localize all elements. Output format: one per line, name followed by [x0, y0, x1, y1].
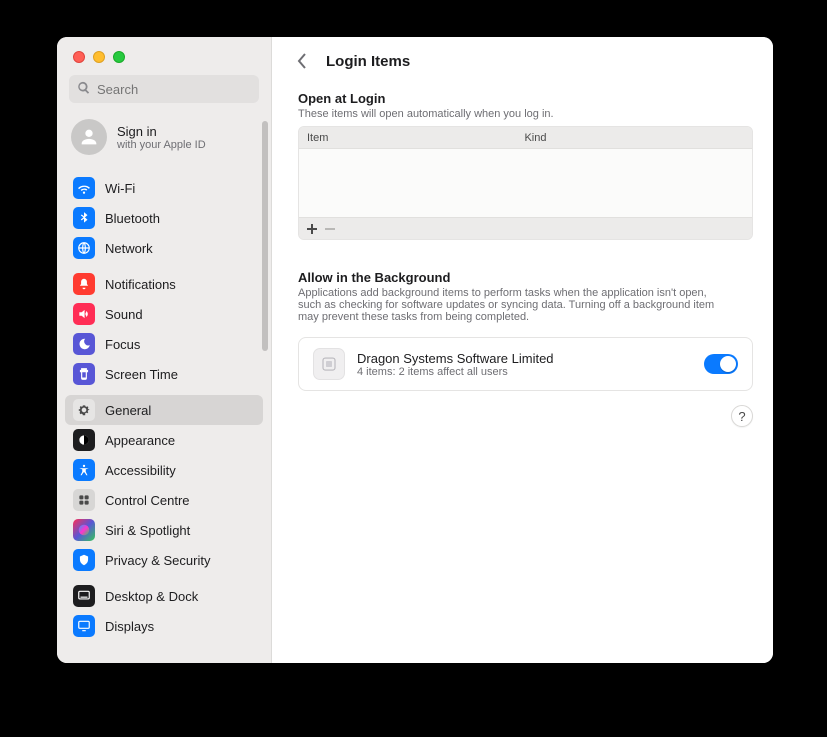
sidebar-item-general[interactable]: General	[65, 395, 263, 425]
account-title: Sign in	[117, 124, 206, 139]
main-panel: Login Items Open at Login These items wi…	[272, 37, 773, 663]
account-text: Sign in with your Apple ID	[117, 124, 206, 151]
bluetooth-icon	[73, 207, 95, 229]
sidebar-item-controlcentre[interactable]: Control Centre	[65, 485, 263, 515]
notifications-icon	[73, 273, 95, 295]
settings-window: Sign in with your Apple ID Wi-Fi Bluetoot…	[57, 37, 773, 663]
sidebar-item-label: Wi-Fi	[105, 181, 135, 196]
scrollbar-thumb[interactable]	[262, 121, 268, 351]
background-heading: Allow in the Background	[298, 264, 753, 285]
background-item-detail: 4 items: 2 items affect all users	[357, 366, 692, 378]
sidebar-item-notifications[interactable]: Notifications	[65, 269, 263, 299]
sidebar-scrollbar[interactable]	[261, 121, 269, 655]
background-sub: Applications add background items to per…	[298, 285, 728, 329]
focus-icon	[73, 333, 95, 355]
background-item-toggle[interactable]	[704, 354, 738, 374]
avatar	[71, 119, 107, 155]
sound-icon	[73, 303, 95, 325]
privacy-icon	[73, 549, 95, 571]
sidebar-item-label: Sound	[105, 307, 143, 322]
search-icon	[77, 81, 97, 98]
sidebar-item-accessibility[interactable]: Accessibility	[65, 455, 263, 485]
col-item[interactable]: Item	[299, 132, 516, 144]
sidebar-item-label: Notifications	[105, 277, 176, 292]
general-icon	[73, 399, 95, 421]
sidebar-item-network[interactable]: Network	[65, 233, 263, 263]
siri-icon	[73, 519, 95, 541]
sidebar-item-label: Accessibility	[105, 463, 176, 478]
sidebar-list[interactable]: Wi-Fi Bluetooth Network Notifications Sound F…	[57, 167, 271, 663]
appearance-icon	[73, 429, 95, 451]
sidebar-item-label: Desktop & Dock	[105, 589, 198, 604]
sidebar-item-screentime[interactable]: Screen Time	[65, 359, 263, 389]
sidebar-item-label: General	[105, 403, 151, 418]
sidebar-item-sound[interactable]: Sound	[65, 299, 263, 329]
sidebar-item-label: Screen Time	[105, 367, 178, 382]
sidebar-item-label: Bluetooth	[105, 211, 160, 226]
zoom-window-button[interactable]	[113, 51, 125, 63]
search-field[interactable]	[69, 75, 259, 103]
window-controls	[57, 37, 271, 71]
add-login-item-button[interactable]	[303, 220, 321, 238]
app-icon	[313, 348, 345, 380]
content: Open at Login These items will open auto…	[272, 85, 773, 663]
sidebar-item-displays[interactable]: Displays	[65, 611, 263, 641]
network-icon	[73, 237, 95, 259]
open-at-login-sub: These items will open automatically when…	[298, 106, 753, 126]
close-window-button[interactable]	[73, 51, 85, 63]
background-item: Dragon Systems Software Limited4 items: …	[298, 337, 753, 391]
sidebar-item-label: Privacy & Security	[105, 553, 210, 568]
sidebar-item-label: Control Centre	[105, 493, 190, 508]
desktopdock-icon	[73, 585, 95, 607]
sidebar-item-appearance[interactable]: Appearance	[65, 425, 263, 455]
sidebar-item-desktopdock[interactable]: Desktop & Dock	[65, 581, 263, 611]
help-row: ?	[298, 405, 753, 427]
sidebar-account[interactable]: Sign in with your Apple ID	[57, 113, 271, 167]
back-button[interactable]	[292, 51, 312, 71]
sidebar-item-privacy[interactable]: Privacy & Security	[65, 545, 263, 575]
wifi-icon	[73, 177, 95, 199]
minimize-window-button[interactable]	[93, 51, 105, 63]
sidebar-item-label: Displays	[105, 619, 154, 634]
sidebar-item-label: Appearance	[105, 433, 175, 448]
displays-icon	[73, 615, 95, 637]
sidebar-item-label: Siri & Spotlight	[105, 523, 190, 538]
help-button[interactable]: ?	[731, 405, 753, 427]
search-input[interactable]	[97, 82, 273, 97]
login-items-table: Item Kind	[298, 126, 753, 240]
sidebar-item-label: Network	[105, 241, 153, 256]
controlcentre-icon	[73, 489, 95, 511]
remove-login-item-button[interactable]	[321, 220, 339, 238]
sidebar-item-label: Focus	[105, 337, 140, 352]
sidebar-item-focus[interactable]: Focus	[65, 329, 263, 359]
page-title: Login Items	[326, 53, 410, 70]
col-kind[interactable]: Kind	[516, 132, 752, 144]
titlebar: Login Items	[272, 37, 773, 85]
sidebar-item-wifi[interactable]: Wi-Fi	[65, 173, 263, 203]
table-footer	[299, 217, 752, 239]
table-header: Item Kind	[299, 127, 752, 149]
sidebar-item-bluetooth[interactable]: Bluetooth	[65, 203, 263, 233]
sidebar: Sign in with your Apple ID Wi-Fi Bluetoot…	[57, 37, 272, 663]
sidebar-item-siri[interactable]: Siri & Spotlight	[65, 515, 263, 545]
open-at-login-heading: Open at Login	[298, 85, 753, 106]
background-item-text: Dragon Systems Software Limited4 items: …	[357, 351, 692, 378]
background-item-title: Dragon Systems Software Limited	[357, 351, 692, 366]
table-body[interactable]	[299, 149, 752, 217]
account-subtitle: with your Apple ID	[117, 139, 206, 151]
accessibility-icon	[73, 459, 95, 481]
screentime-icon	[73, 363, 95, 385]
